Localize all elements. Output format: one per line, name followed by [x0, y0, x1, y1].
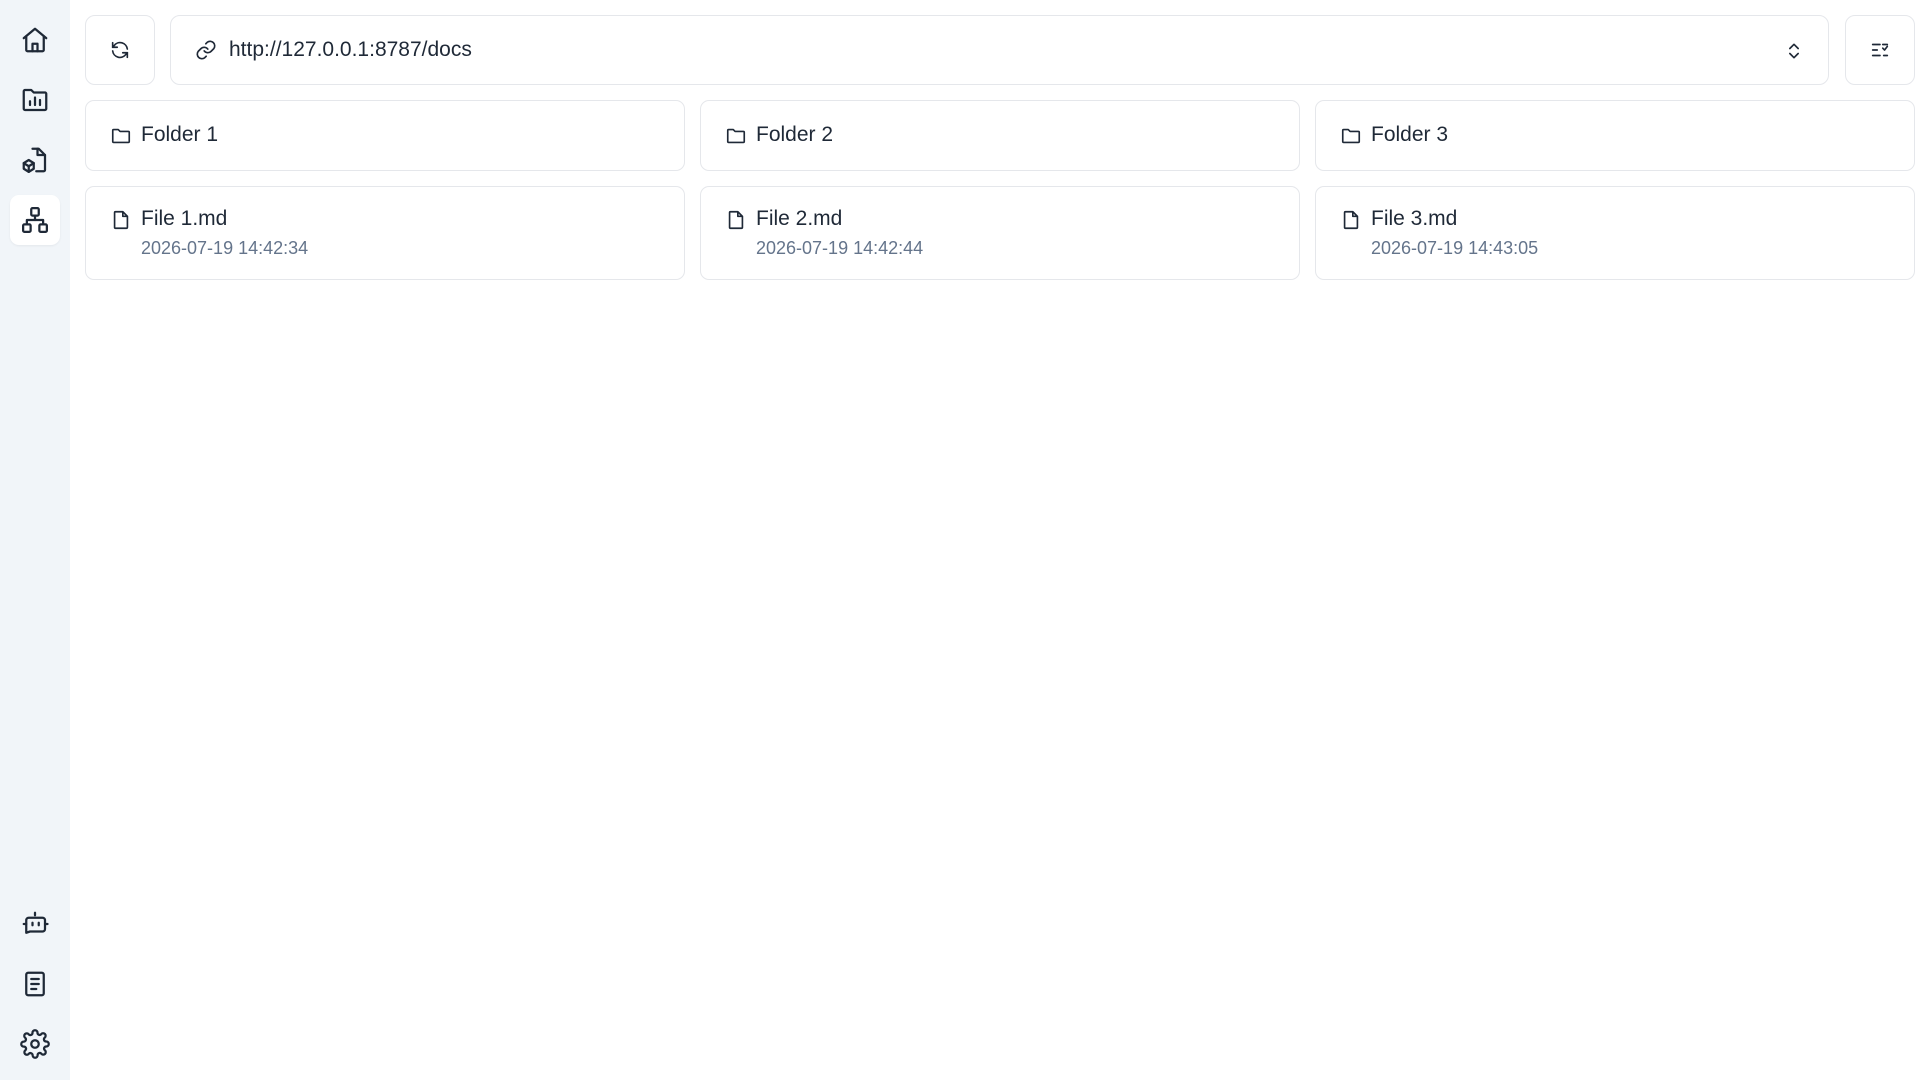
network-icon	[22, 207, 48, 233]
sidebar-item-projects[interactable]	[10, 75, 60, 125]
file-icon	[728, 210, 744, 230]
chevron-up-down-icon[interactable]	[1784, 40, 1804, 62]
folder-card[interactable]: Folder 1	[85, 100, 685, 171]
file-card[interactable]: File 3.md 2026-07-19 14:43:05	[1315, 186, 1915, 280]
sidebar-item-assistant[interactable]	[10, 899, 60, 949]
app-window: http://127.0.0.1:8787/docs Folder 1 Fold…	[0, 0, 1920, 1080]
folder-icon	[1341, 128, 1361, 144]
folder-name: Folder 2	[756, 123, 834, 146]
file-name: File 3.md	[1371, 207, 1458, 230]
file-box-icon	[22, 147, 47, 173]
file-date: 2026-07-19 14:43:05	[1371, 238, 1539, 258]
file-date: 2026-07-19 14:42:34	[141, 238, 309, 258]
sidebar-item-home[interactable]	[10, 15, 60, 65]
file-card[interactable]: File 2.md 2026-07-19 14:42:44	[700, 186, 1300, 280]
book-icon	[25, 971, 45, 997]
filter-button[interactable]	[1845, 15, 1915, 85]
file-date: 2026-07-19 14:42:44	[756, 238, 924, 258]
folder-icon	[111, 128, 131, 144]
refresh-button[interactable]	[85, 15, 155, 85]
sliders-icon	[1871, 43, 1889, 57]
folder-card[interactable]: Folder 3	[1315, 100, 1915, 171]
sidebar-item-docs[interactable]	[10, 959, 60, 1009]
gear-icon	[20, 1029, 50, 1059]
sidebar-item-network[interactable]	[10, 195, 60, 245]
file-card[interactable]: File 1.md 2026-07-19 14:42:34	[85, 186, 685, 280]
sidebar-item-settings[interactable]	[10, 1019, 60, 1069]
address-url[interactable]: http://127.0.0.1:8787/docs	[229, 38, 472, 62]
folder-card[interactable]: Folder 2	[700, 100, 1300, 171]
folder-name: Folder 1	[141, 123, 219, 146]
folder-chart-icon	[22, 88, 48, 112]
sidebar-item-packages[interactable]	[10, 135, 60, 185]
file-name: File 1.md	[141, 207, 228, 230]
refresh-icon	[111, 41, 129, 59]
file-icon	[113, 210, 129, 230]
folder-icon	[726, 128, 746, 144]
folder-name: Folder 3	[1371, 123, 1449, 146]
sidebar	[0, 0, 70, 1080]
home-icon	[22, 27, 48, 53]
address-bar[interactable]: http://127.0.0.1:8787/docs	[170, 15, 1829, 85]
bot-icon	[22, 911, 49, 934]
file-name: File 2.md	[756, 207, 843, 230]
file-icon	[1343, 210, 1359, 230]
link-icon	[196, 40, 216, 60]
